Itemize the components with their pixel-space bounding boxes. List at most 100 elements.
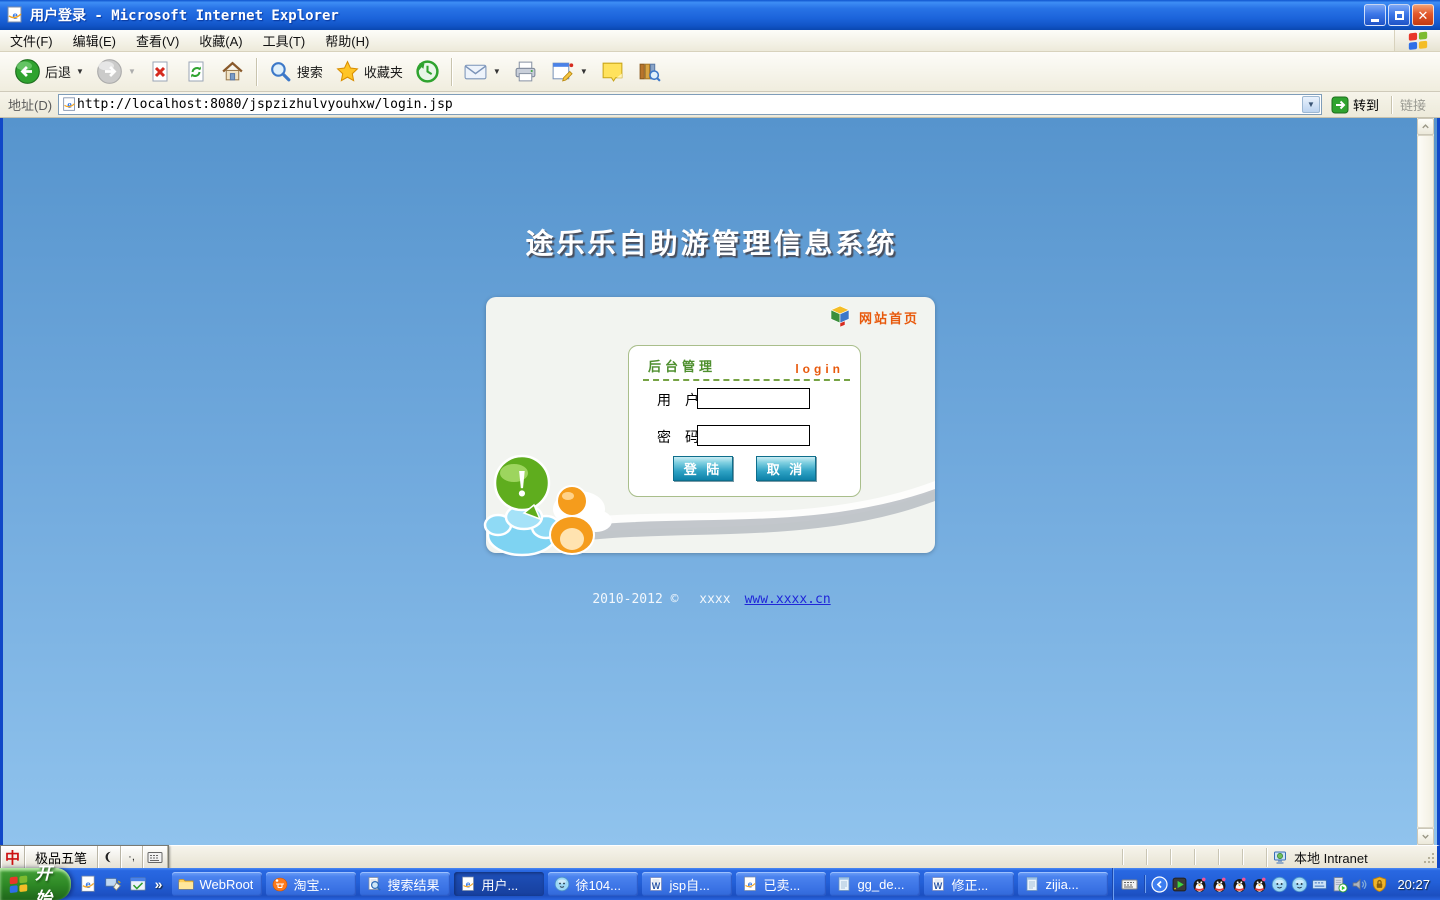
history-button[interactable] (409, 55, 446, 88)
cancel-button[interactable]: 取 消 (756, 456, 816, 481)
forward-button[interactable]: ▼ (90, 54, 142, 89)
ime-softkeyboard-icon[interactable] (143, 846, 168, 868)
scrollbar-thumb[interactable] (1417, 135, 1434, 828)
outlook-express-icon[interactable] (129, 875, 147, 893)
svg-text:e: e (748, 880, 753, 891)
menu-item[interactable]: 查看(V) (126, 30, 189, 51)
taskbar-task-button[interactable]: gg_de... (830, 872, 920, 896)
stop-button[interactable] (142, 56, 178, 88)
menu-items: 文件(F)编辑(E)查看(V)收藏(A)工具(T)帮助(H) (0, 30, 379, 51)
task-label: 修正... (951, 875, 988, 894)
taskbar-task-button[interactable]: 淘宝... (266, 872, 356, 896)
minimize-button[interactable] (1364, 4, 1386, 26)
cube-logo-icon (829, 305, 851, 329)
taskbar-task-button[interactable]: zijia... (1018, 872, 1108, 896)
home-button[interactable] (214, 55, 251, 88)
system-tray: 20:27 (1112, 868, 1440, 900)
mail-icon (463, 59, 488, 84)
media-player-icon[interactable] (1171, 876, 1188, 893)
maximize-button[interactable] (1388, 4, 1410, 26)
refresh-icon (184, 60, 208, 84)
mail-dropdown-icon: ▼ (493, 67, 501, 76)
back-button[interactable]: 后退 ▼ (8, 54, 90, 89)
keyboard-layout-icon[interactable] (1121, 876, 1138, 893)
qq-penguin-icon[interactable] (1211, 876, 1228, 893)
taskbar-task-button[interactable]: e 用户... (454, 872, 544, 896)
page-footer: 2010-2012 © xxxxwww.xxxx.cn (3, 588, 1420, 607)
menu-item[interactable]: 帮助(H) (315, 30, 379, 51)
qq-penguin-icon[interactable] (1191, 876, 1208, 893)
username-label: 用 户: (657, 390, 703, 410)
search-button[interactable]: 搜索 (262, 55, 329, 88)
taskbar-task-button[interactable]: 徐104... (548, 872, 638, 896)
task-label: 用户... (481, 875, 518, 894)
quicklaunch-overflow-icon[interactable]: » (155, 876, 163, 892)
site-home-link[interactable]: 网站首页 (829, 305, 919, 329)
address-dropdown-button[interactable]: ▼ (1302, 96, 1320, 113)
close-icon: ✕ (1418, 9, 1429, 22)
taskbar-task-button[interactable]: 搜索结果 (360, 872, 450, 896)
taskbar-task-button[interactable]: WebRoot (172, 872, 262, 896)
qq-contact-icon[interactable] (1271, 876, 1288, 893)
menu-item[interactable]: 编辑(E) (63, 30, 126, 51)
edit-button[interactable]: ▼ (544, 55, 594, 88)
start-label: 开始 (35, 859, 59, 900)
quick-launch: e (71, 875, 155, 893)
svg-text:e: e (85, 877, 90, 891)
scroll-up-button[interactable] (1417, 118, 1434, 135)
qq-penguin-icon[interactable] (1231, 876, 1248, 893)
scroll-down-button[interactable] (1417, 828, 1434, 845)
panel-title: 后台管理 (648, 356, 716, 375)
print-button[interactable] (507, 55, 544, 88)
taskbar-task-button[interactable]: e已卖... (736, 872, 826, 896)
ime-punctuation-icon[interactable]: ·, (121, 846, 143, 868)
mail-button[interactable]: ▼ (457, 55, 507, 88)
address-label: 地址(D) (4, 95, 58, 114)
taskbar-task-button[interactable]: W修正... (924, 872, 1014, 896)
ie-icon: e (742, 876, 758, 892)
favorites-button[interactable]: 收藏夹 (329, 55, 409, 88)
login-button[interactable]: 登 陆 (673, 456, 733, 481)
status-bar: 本地 Intranet (0, 845, 1440, 868)
qq-penguin-icon[interactable] (1251, 876, 1268, 893)
browser-viewport: 途乐乐自助游管理信息系统 网站首页 (0, 118, 1440, 845)
menu-item[interactable]: 工具(T) (253, 30, 316, 51)
go-button[interactable]: 转到 (1326, 94, 1387, 115)
search-doc-icon (366, 876, 382, 892)
refresh-button[interactable] (178, 56, 214, 88)
hide-icons-chevron[interactable] (1151, 876, 1168, 893)
discuss-button[interactable] (594, 55, 631, 88)
address-input[interactable] (77, 96, 1302, 113)
volume-icon[interactable] (1351, 876, 1368, 893)
status-cell (1122, 849, 1146, 865)
media-server-icon[interactable] (1331, 876, 1348, 893)
start-button[interactable]: 开始 (0, 868, 71, 900)
ie-icon: e (460, 876, 476, 892)
security-icon[interactable] (1371, 876, 1388, 893)
footer-link[interactable]: www.xxxx.cn (745, 592, 831, 607)
menu-item[interactable]: 收藏(A) (189, 30, 252, 51)
qq-contact-icon[interactable] (1291, 876, 1308, 893)
ime-fullhalf-moon-icon[interactable] (98, 846, 121, 868)
ime-chinese-icon[interactable]: 中 (1, 846, 25, 868)
show-desktop-icon[interactable] (104, 875, 122, 893)
username-input[interactable] (697, 388, 810, 409)
tray-clock: 20:27 (1397, 877, 1430, 892)
menu-item[interactable]: 文件(F) (0, 30, 63, 51)
back-label: 后退 (45, 62, 71, 81)
toolbar-separator (256, 58, 257, 86)
research-button[interactable] (631, 55, 668, 88)
close-button[interactable]: ✕ (1412, 4, 1434, 26)
favorites-label: 收藏夹 (364, 62, 403, 81)
taskbar-task-button[interactable]: Wjsp自... (642, 872, 732, 896)
status-cell (1146, 849, 1170, 865)
address-bar: 地址(D) e ▼ 转到 链接 (0, 92, 1440, 118)
password-input[interactable] (697, 425, 810, 446)
intranet-icon (1273, 850, 1289, 865)
ime-keyboard-icon[interactable] (1311, 876, 1328, 893)
ie-quicklaunch-icon[interactable]: e (79, 875, 97, 893)
resize-grip[interactable] (1421, 848, 1437, 867)
links-label[interactable]: 链接 (1396, 95, 1436, 114)
status-cell (1218, 849, 1242, 865)
tray-separator (1144, 875, 1145, 893)
